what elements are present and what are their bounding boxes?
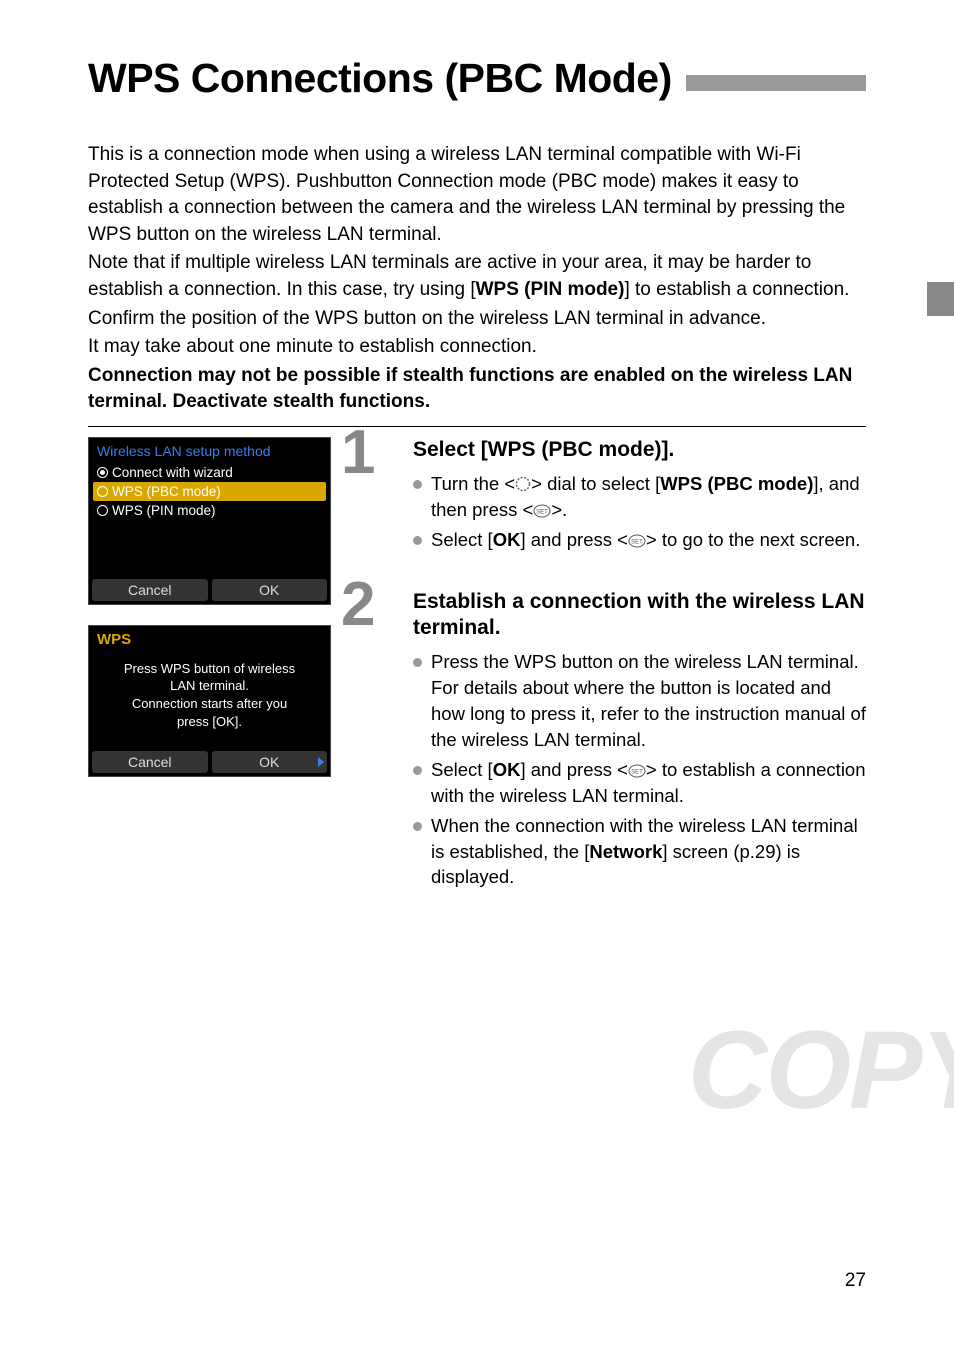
ss1-opt-wizard: Connect with wizard [93,463,326,482]
screenshots-column: Wireless LAN setup method Connect with w… [88,437,333,926]
intro-p5: Connection may not be possible if stealt… [88,363,866,416]
ss2-title: WPS [89,626,330,660]
step-2-bullet-1: Press the WPS button on the wireless LAN… [413,649,866,753]
dial-icon [515,476,531,492]
radio-empty-icon [97,486,108,497]
step-1-bullet-2: Select [OK] and press <SET> to go to the… [413,527,866,553]
ss1-opt-pbc: WPS (PBC mode) [93,482,326,501]
svg-text:SET: SET [631,769,643,775]
step-1-bullet-1: Turn the <> dial to select [WPS (PBC mod… [413,471,866,523]
steps-area: Wireless LAN setup method Connect with w… [88,437,866,926]
divider [88,426,866,427]
page-number: 27 [845,1270,866,1292]
title-row: WPS Connections (PBC Mode) [88,55,866,102]
set-button-icon: SET [533,504,551,518]
intro-text: This is a connection mode when using a w… [88,142,866,416]
ss1-spacer [89,524,330,576]
intro-p4: It may take about one minute to establis… [88,334,866,361]
ss1-title: Wireless LAN setup method [89,438,330,463]
step-1-title: Select [WPS (PBC mode)]. [413,437,866,463]
radio-filled-icon [97,467,108,478]
ss2-body: Press WPS button of wireless LAN termina… [89,660,330,748]
step-2-title: Establish a connection with the wireless… [413,589,866,642]
intro-p2: Note that if multiple wireless LAN termi… [88,250,866,303]
radio-empty-icon [97,505,108,516]
intro-p1: This is a connection mode when using a w… [88,142,866,248]
ss1-opt-pin: WPS (PIN mode) [93,501,326,520]
ss2-cancel-button: Cancel [92,751,208,773]
svg-text:SET: SET [536,510,548,516]
section-tab [927,282,954,316]
copy-watermark: COPY [688,1007,954,1134]
step-2-bullet-3: When the connection with the wireless LA… [413,813,866,891]
page-title: WPS Connections (PBC Mode) [88,55,672,102]
page-content: WPS Connections (PBC Mode) This is a con… [0,0,954,926]
ss1-ok-button: OK [212,579,328,601]
step-2: 2 Establish a connection with the wirele… [353,589,866,891]
step-2-number: 2 [341,569,375,640]
screenshot-wps: WPS Press WPS button of wireless LAN ter… [88,625,331,777]
set-button-icon: SET [628,534,646,548]
step-1-number: 1 [341,417,375,488]
ss1-buttons: Cancel OK [89,576,330,604]
instructions-column: COPY 1 Select [WPS (PBC mode)]. Turn the… [353,437,866,926]
ss2-ok-button: OK [212,751,328,773]
ss2-buttons: Cancel OK [89,748,330,776]
ss1-cancel-button: Cancel [92,579,208,601]
set-button-icon: SET [628,764,646,778]
ss1-options: Connect with wizard WPS (PBC mode) WPS (… [89,463,330,524]
svg-text:SET: SET [631,539,643,545]
step-1: 1 Select [WPS (PBC mode)]. Turn the <> d… [353,437,866,553]
intro-p3: Confirm the position of the WPS button o… [88,306,866,333]
step-2-bullet-2: Select [OK] and press <SET> to establish… [413,757,866,809]
screenshot-setup-method: Wireless LAN setup method Connect with w… [88,437,331,605]
triangle-right-icon [318,757,324,767]
title-bar-decoration [686,75,866,91]
